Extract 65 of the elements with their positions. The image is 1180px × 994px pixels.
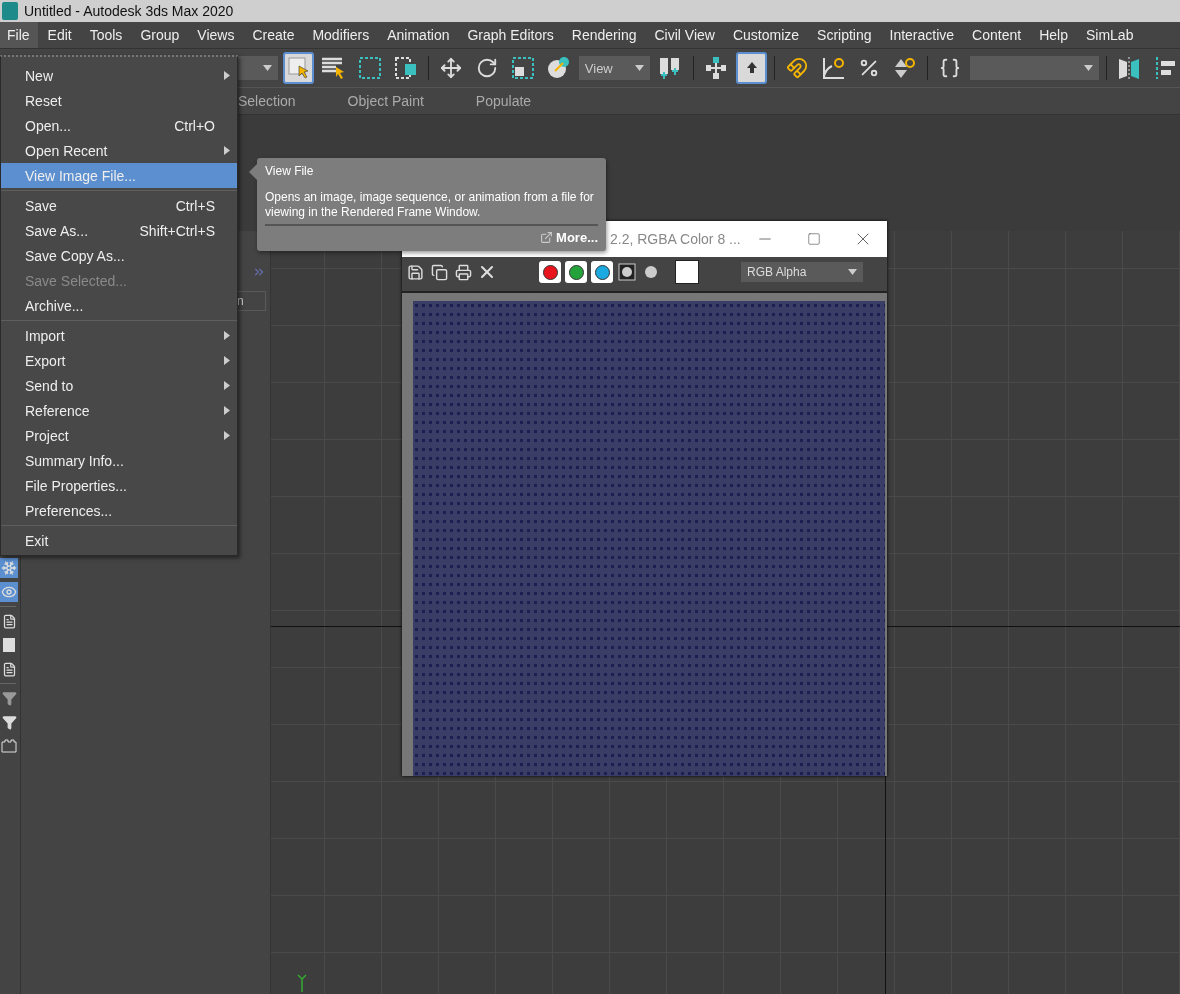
menu-item[interactable]: Help — [1032, 22, 1076, 48]
menu-item[interactable]: Views — [190, 22, 243, 48]
menu-item[interactable]: Graph Editors — [460, 22, 562, 48]
menu-entry[interactable]: Open Recent — [1, 138, 237, 163]
menu-entry[interactable]: New — [1, 63, 237, 88]
frame-window-title: 2.2, RGBA Color 8 ... — [610, 231, 741, 247]
menu-item[interactable]: Interactive — [882, 22, 963, 48]
submenu-arrow-icon — [224, 331, 230, 340]
caret-icon — [1083, 65, 1093, 71]
square-icon[interactable] — [0, 635, 18, 655]
menu-item[interactable]: Edit — [40, 22, 80, 48]
copy-icon[interactable] — [429, 262, 449, 282]
color-swatch[interactable] — [675, 260, 699, 284]
channel-dropdown[interactable]: RGB Alpha — [741, 262, 863, 282]
save-icon[interactable] — [405, 262, 425, 282]
print-icon[interactable] — [453, 262, 473, 282]
ribbon-tab[interactable]: Selection — [238, 93, 296, 109]
submenu-arrow-icon — [224, 406, 230, 415]
menu-item[interactable]: Scripting — [810, 22, 880, 48]
menu-entry[interactable]: Exit — [1, 528, 237, 553]
window-title: Untitled - Autodesk 3ds Max 2020 — [24, 3, 234, 19]
menu-entry[interactable]: Reset — [1, 88, 237, 113]
menu-entry[interactable]: File Properties... — [1, 473, 237, 498]
menu-entry[interactable]: Save As... Shift+Ctrl+S — [1, 218, 237, 243]
menu-item[interactable]: Create — [245, 22, 303, 48]
menu-entry[interactable]: Send to — [1, 373, 237, 398]
freeze-icon[interactable] — [0, 558, 18, 578]
menu-entry[interactable]: Project — [1, 423, 237, 448]
caret-icon — [634, 65, 644, 71]
mono-toggle-icon[interactable] — [617, 262, 637, 282]
menu-item[interactable]: File — [0, 22, 38, 48]
caret-icon — [263, 65, 273, 71]
axis-gizmo-icon — [295, 974, 309, 992]
menu-item[interactable]: Customize — [725, 22, 808, 48]
submenu-arrow-icon — [224, 146, 230, 155]
external-link-icon — [540, 231, 554, 244]
menu-entry[interactable]: Save Copy As... — [1, 243, 237, 268]
menu-item[interactable]: Civil View — [647, 22, 723, 48]
menu-entry[interactable]: Reference — [1, 398, 237, 423]
menu-item[interactable]: Content — [965, 22, 1030, 48]
menu-item[interactable]: SimLab — [1078, 22, 1142, 48]
menu-item[interactable]: Tools — [82, 22, 131, 48]
menu-item[interactable]: Modifiers — [305, 22, 378, 48]
more-link[interactable]: More... — [540, 230, 598, 245]
dropdown[interactable]: View — [578, 56, 650, 80]
submenu-arrow-icon — [224, 356, 230, 365]
submenu-arrow-icon — [224, 381, 230, 390]
caret-icon — [848, 269, 857, 275]
menu-entry[interactable]: Import — [1, 323, 237, 348]
menu-entry[interactable]: Summary Info... — [1, 448, 237, 473]
menu-entry[interactable]: Export — [1, 348, 237, 373]
submenu-arrow-icon — [224, 431, 230, 440]
tooltip-title: View File — [265, 164, 315, 178]
menu-item[interactable]: Group — [133, 22, 188, 48]
menu-item[interactable]: Rendering — [564, 22, 645, 48]
app-logo-icon — [2, 2, 18, 20]
select-tool-icon[interactable] — [283, 52, 314, 84]
submenu-arrow-icon — [224, 71, 230, 80]
tooltip-description: Opens an image, image sequence, or animation from a file for viewing in the Rendered Frame Window. — [265, 190, 598, 226]
menu-entry[interactable]: Preferences... — [1, 498, 237, 523]
menu-item[interactable]: Animation — [380, 22, 458, 48]
menu-entry[interactable]: Save Ctrl+S — [1, 193, 237, 218]
menu-entry[interactable]: Open... Ctrl+O — [1, 113, 237, 138]
ribbon-tab[interactable]: Populate — [475, 93, 532, 109]
ribbon-tab[interactable]: Object Paint — [347, 93, 424, 109]
